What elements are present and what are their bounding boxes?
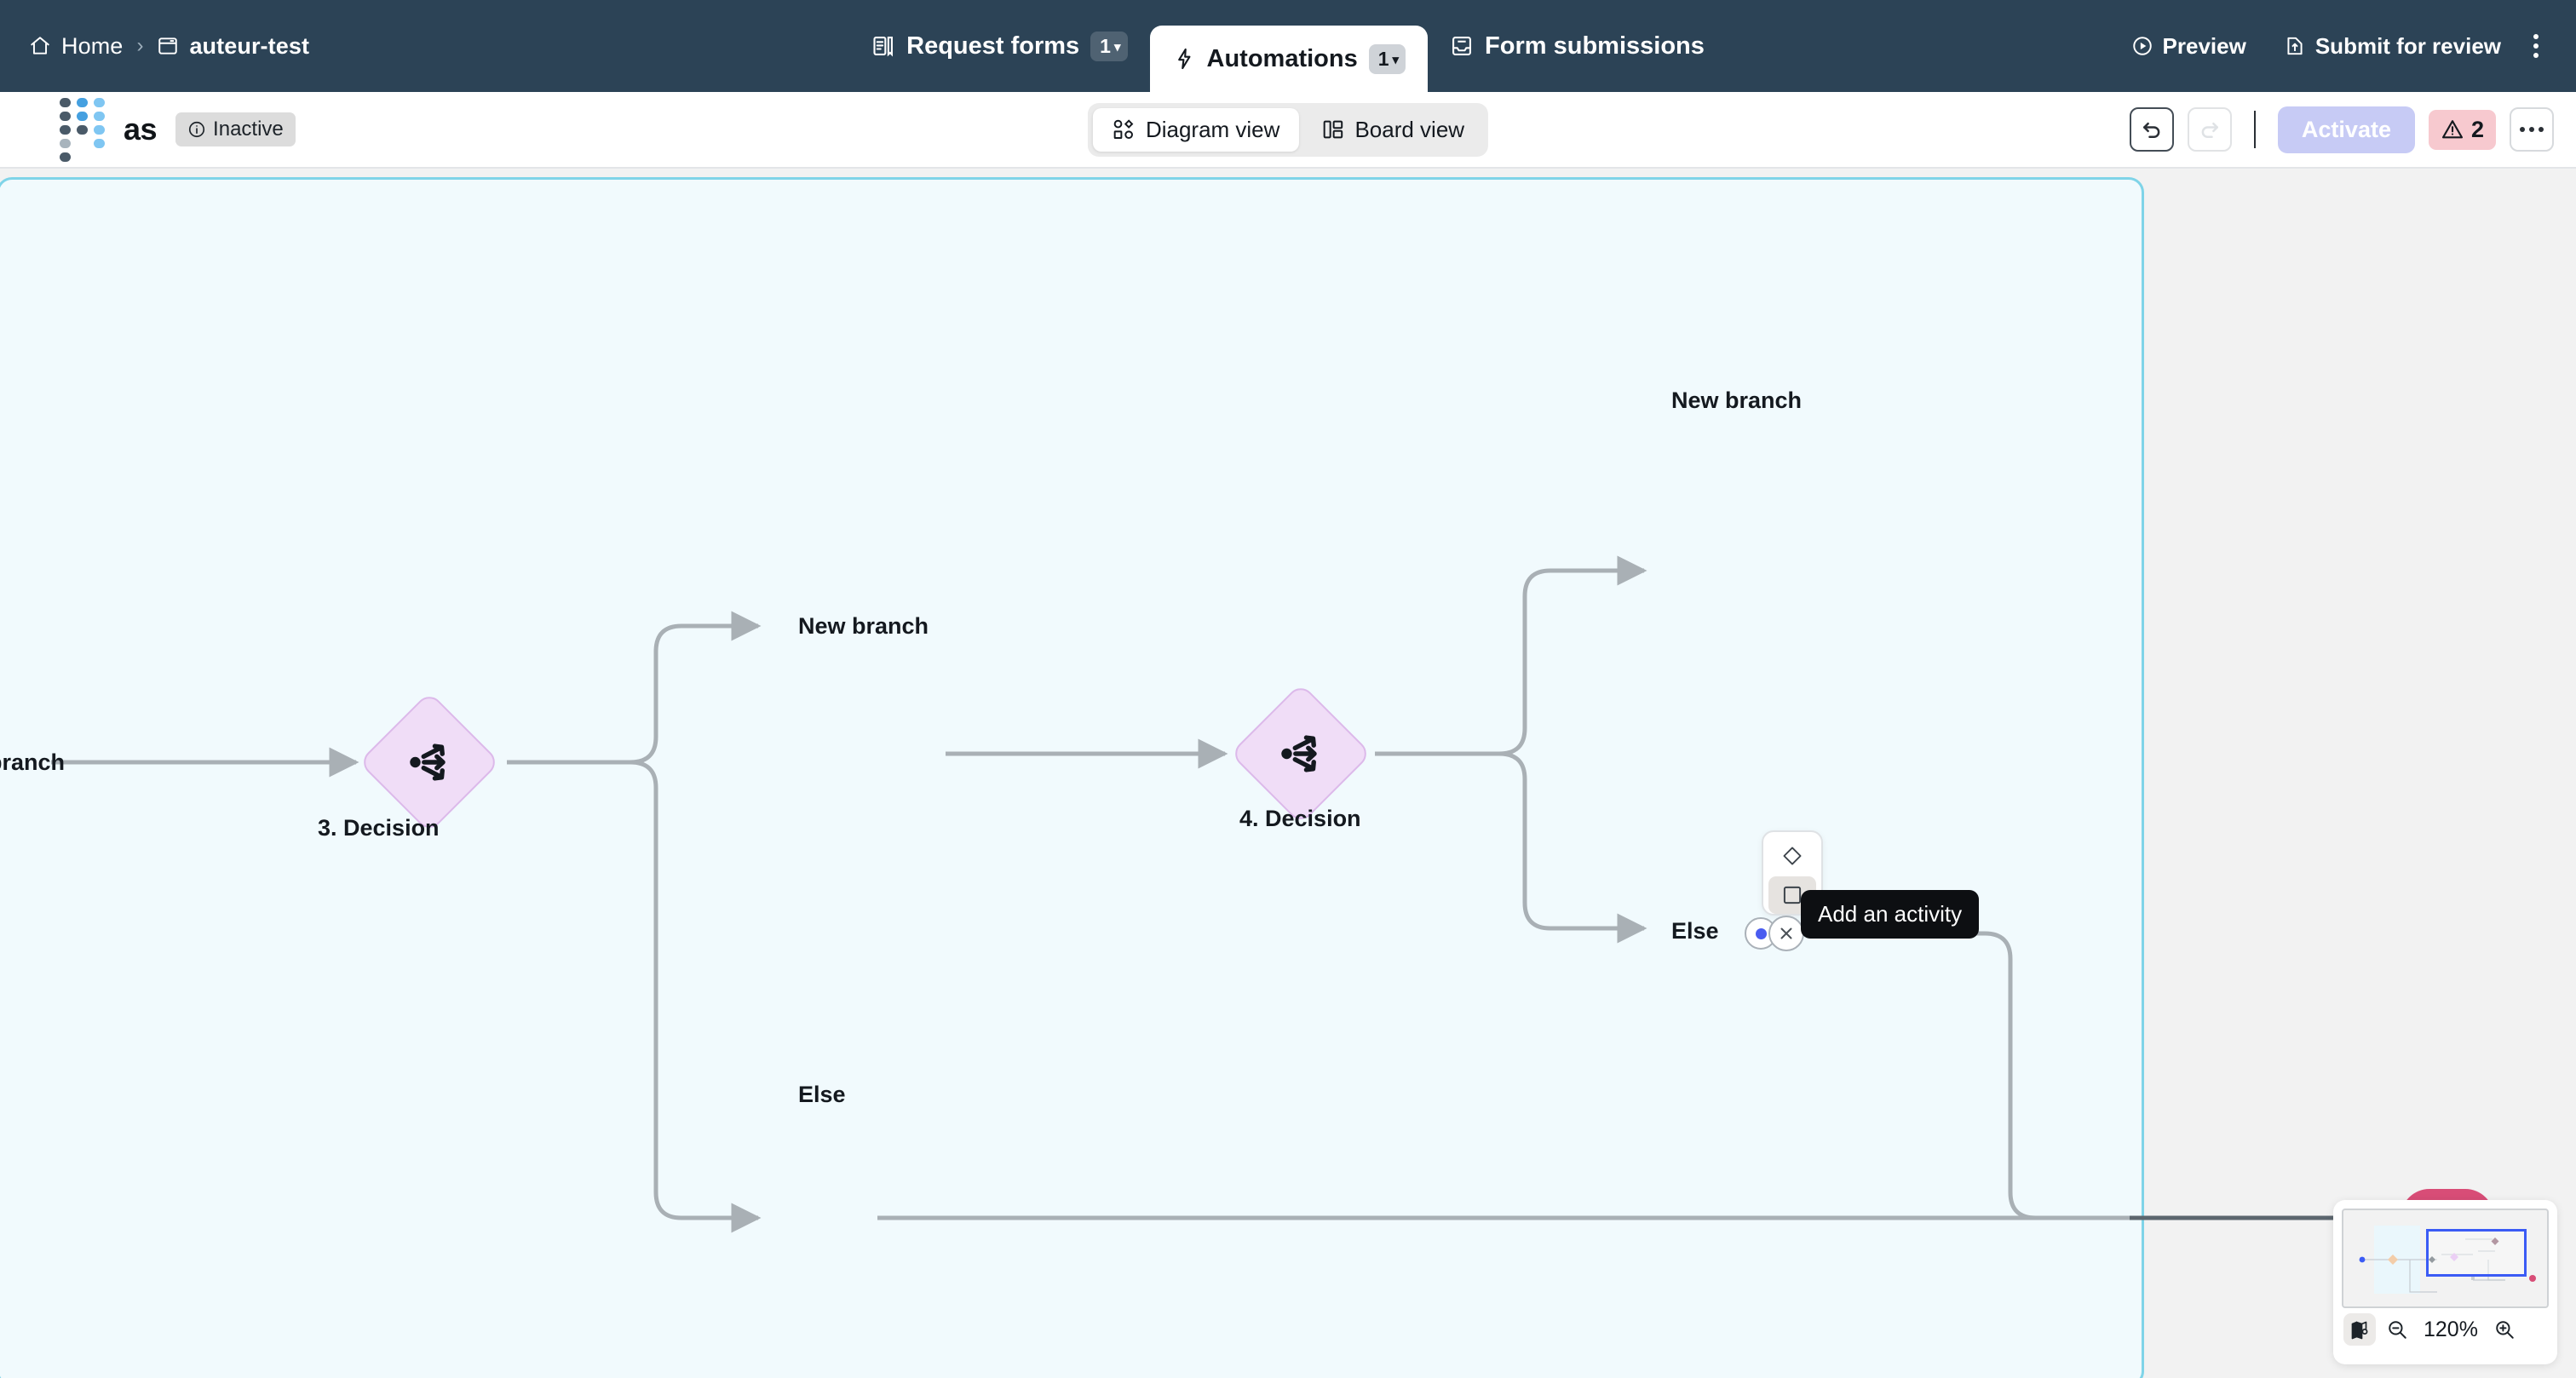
add-activity-tooltip: Add an activity [1801, 890, 1979, 939]
diamond-icon [1780, 844, 1804, 868]
tab-automations[interactable]: Automations 1 ▾ [1150, 26, 1429, 92]
warning-badge[interactable]: 2 [2429, 110, 2496, 150]
submit-for-review-button[interactable]: Submit for review [2265, 25, 2520, 68]
shapes-icon [1112, 118, 1136, 141]
zoom-in-icon [2493, 1318, 2516, 1341]
warning-count: 2 [2471, 117, 2484, 143]
branch-arrows-icon [381, 714, 478, 811]
edge-label-d4-new-branch: New branch [1671, 388, 1802, 414]
brand-name: as [124, 112, 157, 147]
diagram-canvas[interactable]: branch 3. Decision New branch Else 4. De… [0, 170, 2576, 1378]
zoom-out-icon [2386, 1318, 2408, 1341]
close-x-icon [1776, 923, 1797, 944]
info-circle-icon [187, 120, 206, 139]
lightning-bolt-icon [1172, 47, 1196, 71]
undo-arrow-icon [2139, 117, 2165, 142]
tab-automations-label: Automations [1207, 45, 1358, 73]
minimap-controls: 120% [2342, 1313, 2549, 1346]
zoom-level-label: 120% [2418, 1318, 2483, 1342]
count-value: 1 [1378, 49, 1389, 69]
request-forms-icon [871, 34, 895, 58]
app-logo-dots [60, 98, 105, 162]
fit-view-button[interactable] [2343, 1313, 2376, 1346]
status-badge-label: Inactive [213, 118, 284, 141]
edge-label-d3-new-branch: New branch [798, 613, 929, 640]
top-actions: Preview Submit for review [2113, 0, 2552, 92]
count-value: 1 [1100, 37, 1111, 56]
redo-button [2188, 107, 2232, 152]
activate-button[interactable]: Activate [2278, 106, 2415, 153]
preview-label: Preview [2163, 33, 2246, 60]
ellipsis-icon [2520, 127, 2544, 132]
minimap-thumbnail[interactable] [2342, 1209, 2549, 1308]
node-decision-4-label: 4. Decision [1239, 806, 1361, 832]
submit-for-review-label: Submit for review [2315, 33, 2501, 60]
editor-toolbar: as Inactive Diagram view Board view [0, 92, 2576, 169]
add-decision-button[interactable] [1768, 837, 1816, 875]
tab-automations-count[interactable]: 1 ▾ [1369, 44, 1406, 74]
undo-button[interactable] [2130, 107, 2174, 152]
more-options-button[interactable] [2510, 107, 2554, 152]
tab-form-submissions-label: Form submissions [1485, 32, 1705, 60]
toolbar-right: Activate 2 [2130, 106, 2554, 153]
branch-arrows-icon [1252, 705, 1349, 802]
preview-button[interactable]: Preview [2113, 25, 2265, 68]
view-toggle-diagram-label: Diagram view [1146, 117, 1280, 143]
tab-request-forms[interactable]: Request forms 1 ▾ [849, 0, 1149, 92]
toolbar-divider [2254, 111, 2256, 148]
redo-arrow-icon [2197, 117, 2222, 142]
toolbar-left: as Inactive [60, 98, 296, 162]
chevron-down-icon: ▾ [1114, 41, 1121, 54]
edge-label-incoming-branch: branch [0, 749, 65, 776]
close-add-panel-button[interactable] [1768, 916, 1804, 951]
top-navigation-bar: Home › auteur-test Request forms 1 ▾ [0, 0, 2576, 92]
view-toggle-board[interactable]: Board view [1302, 108, 1483, 152]
tab-request-forms-count[interactable]: 1 ▾ [1090, 32, 1127, 61]
view-toggle-board-label: Board view [1354, 117, 1464, 143]
minimap-viewport[interactable] [2426, 1229, 2527, 1277]
tab-request-forms-label: Request forms [906, 32, 1079, 60]
edge-label-d4-else: Else [1671, 918, 1719, 945]
view-toggle-group: Diagram view Board view [1088, 103, 1488, 157]
minimap-panel[interactable]: 120% [2333, 1200, 2557, 1364]
status-badge: Inactive [175, 112, 296, 146]
fit-view-icon [2349, 1319, 2370, 1340]
node-decision-3-label: 3. Decision [318, 815, 440, 841]
tab-form-submissions[interactable]: Form submissions [1428, 0, 1727, 92]
zoom-out-button[interactable] [2381, 1313, 2413, 1346]
inbox-icon [1450, 34, 1474, 58]
zoom-in-button[interactable] [2488, 1313, 2521, 1346]
board-columns-icon [1320, 118, 1344, 141]
play-circle-icon [2131, 35, 2153, 57]
upload-doc-icon [2284, 35, 2306, 57]
chevron-down-icon: ▾ [1393, 54, 1400, 66]
warning-triangle-icon [2441, 118, 2464, 141]
view-toggle-diagram[interactable]: Diagram view [1093, 108, 1299, 152]
edge-label-d3-else: Else [798, 1082, 846, 1108]
kebab-menu-icon[interactable] [2520, 26, 2552, 66]
